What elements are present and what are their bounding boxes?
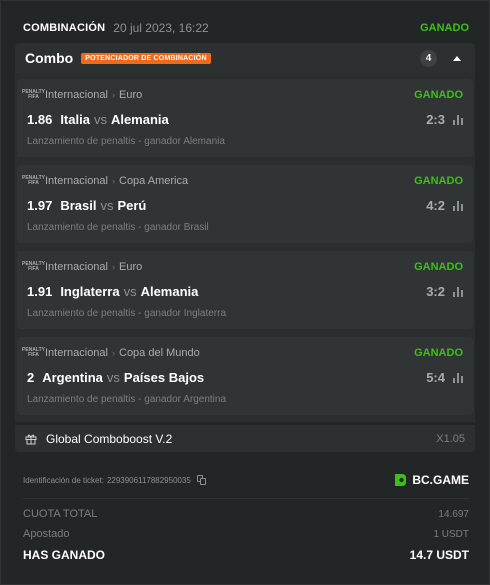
leg-odds: 2	[27, 369, 35, 385]
vs-label: vs	[123, 283, 137, 299]
fifa-icon: PENALTY FIFA	[22, 261, 45, 272]
vs-label: vs	[93, 111, 107, 127]
leg-score: 3:2	[426, 283, 445, 299]
won-row: HAS GANADO 14.7 USDT	[23, 546, 469, 564]
bet-leg[interactable]: PENALTY FIFA Internacional › Euro GANADO 1.…	[17, 251, 473, 329]
home-team: Brasil	[60, 197, 97, 213]
collapse-caret-icon[interactable]	[453, 55, 461, 61]
leg-status: GANADO	[414, 261, 463, 273]
competition-path: Internacional › Copa del Mundo	[45, 347, 200, 359]
brand-logo: BC.GAME	[392, 472, 469, 488]
leg-odds: 1.97	[27, 197, 53, 213]
boost-name: Global Comboboost V.2	[46, 431, 173, 446]
total-odds-value: 14.697	[438, 508, 469, 520]
leg-odds: 1.86	[27, 111, 53, 127]
leg-pick: Lanzamiento de penaltis - ganador Brasil	[27, 222, 209, 233]
stats-icon[interactable]	[453, 200, 463, 211]
home-team: Italia	[60, 111, 90, 127]
staked-label: Apostado	[23, 528, 70, 540]
bet-leg[interactable]: PENALTY FIFA Internacional › Copa America G…	[17, 165, 473, 243]
leg-pick: Lanzamiento de penaltis - ganador Argent…	[27, 394, 227, 405]
fifa-icon: PENALTY FIFA	[22, 89, 45, 100]
away-team: Alemania	[140, 283, 199, 299]
won-value: 14.7 USDT	[409, 548, 469, 562]
fifa-icon: PENALTY FIFA	[22, 347, 45, 358]
comboboost-row: Global Comboboost V.2 X1.05	[15, 425, 475, 452]
combo-legs: PENALTY FIFA Internacional › Euro GANADO 1.…	[15, 73, 475, 422]
leg-score: 2:3	[426, 111, 445, 127]
leg-status: GANADO	[414, 89, 463, 101]
vs-label: vs	[106, 369, 120, 385]
leg-pick: Lanzamiento de penaltis - ganador Aleman…	[27, 136, 225, 147]
selections-count-badge: 4	[420, 49, 437, 67]
bc-game-logo-icon	[395, 474, 407, 486]
bet-ticket-card: COMBINACIÓN 20 jul 2023, 16:22 GANADO Co…	[0, 0, 490, 585]
leg-pick: Lanzamiento de penaltis - ganador Inglat…	[27, 308, 227, 319]
leg-status: GANADO	[414, 347, 463, 359]
away-team: Perú	[117, 197, 147, 213]
stats-icon[interactable]	[453, 372, 463, 383]
bet-leg[interactable]: PENALTY FIFA Internacional › Copa del Mundo…	[17, 337, 473, 415]
ticket-status: GANADO	[420, 22, 469, 34]
competition-path: Internacional › Copa America	[45, 175, 189, 187]
bet-date: 20 jul 2023, 16:22	[113, 21, 209, 35]
staked-value: 1 USDT	[433, 528, 469, 540]
boost-multiplier: X1.05	[436, 432, 465, 445]
ticket-id-value: 2293906117882950035	[106, 475, 191, 485]
leg-odds: 1.91	[27, 283, 53, 299]
brand-name: BC.GAME	[412, 473, 469, 487]
bet-type: COMBINACIÓN	[23, 22, 106, 34]
away-team: Países Bajos	[123, 369, 205, 385]
competition-path: Internacional › Euro	[45, 89, 143, 101]
home-team: Argentina	[42, 369, 103, 385]
won-label: HAS GANADO	[23, 548, 106, 562]
stats-icon[interactable]	[453, 114, 463, 125]
total-odds-row: CUOTA TOTAL 14.697	[23, 505, 469, 523]
summary-divider	[23, 498, 469, 499]
fifa-icon: PENALTY FIFA	[22, 175, 45, 186]
combo-boost-badge: POTENCIADOR DE COMBINACIÓN	[81, 52, 211, 64]
copy-icon[interactable]	[196, 475, 207, 485]
combo-header[interactable]: Combo POTENCIADOR DE COMBINACIÓN 4	[15, 43, 475, 73]
competition-path: Internacional › Euro	[45, 261, 143, 273]
gift-icon	[25, 434, 37, 444]
bet-leg[interactable]: PENALTY FIFA Internacional › Euro GANADO 1.…	[17, 79, 473, 157]
home-team: Inglaterra	[60, 283, 120, 299]
ticket-id-row: Identificación de ticket: 22939061178829…	[23, 468, 469, 492]
ticket-id-label: Identificación de ticket:	[23, 475, 104, 485]
away-team: Alemania	[110, 111, 169, 127]
combo-label: Combo	[25, 50, 74, 66]
vs-label: vs	[100, 197, 114, 213]
stats-icon[interactable]	[453, 286, 463, 297]
total-odds-label: CUOTA TOTAL	[23, 508, 98, 520]
leg-status: GANADO	[414, 175, 463, 187]
leg-score: 4:2	[426, 197, 445, 213]
ticket-header: COMBINACIÓN 20 jul 2023, 16:22 GANADO	[23, 18, 469, 38]
leg-score: 5:4	[426, 369, 445, 385]
staked-row: Apostado 1 USDT	[23, 525, 469, 543]
